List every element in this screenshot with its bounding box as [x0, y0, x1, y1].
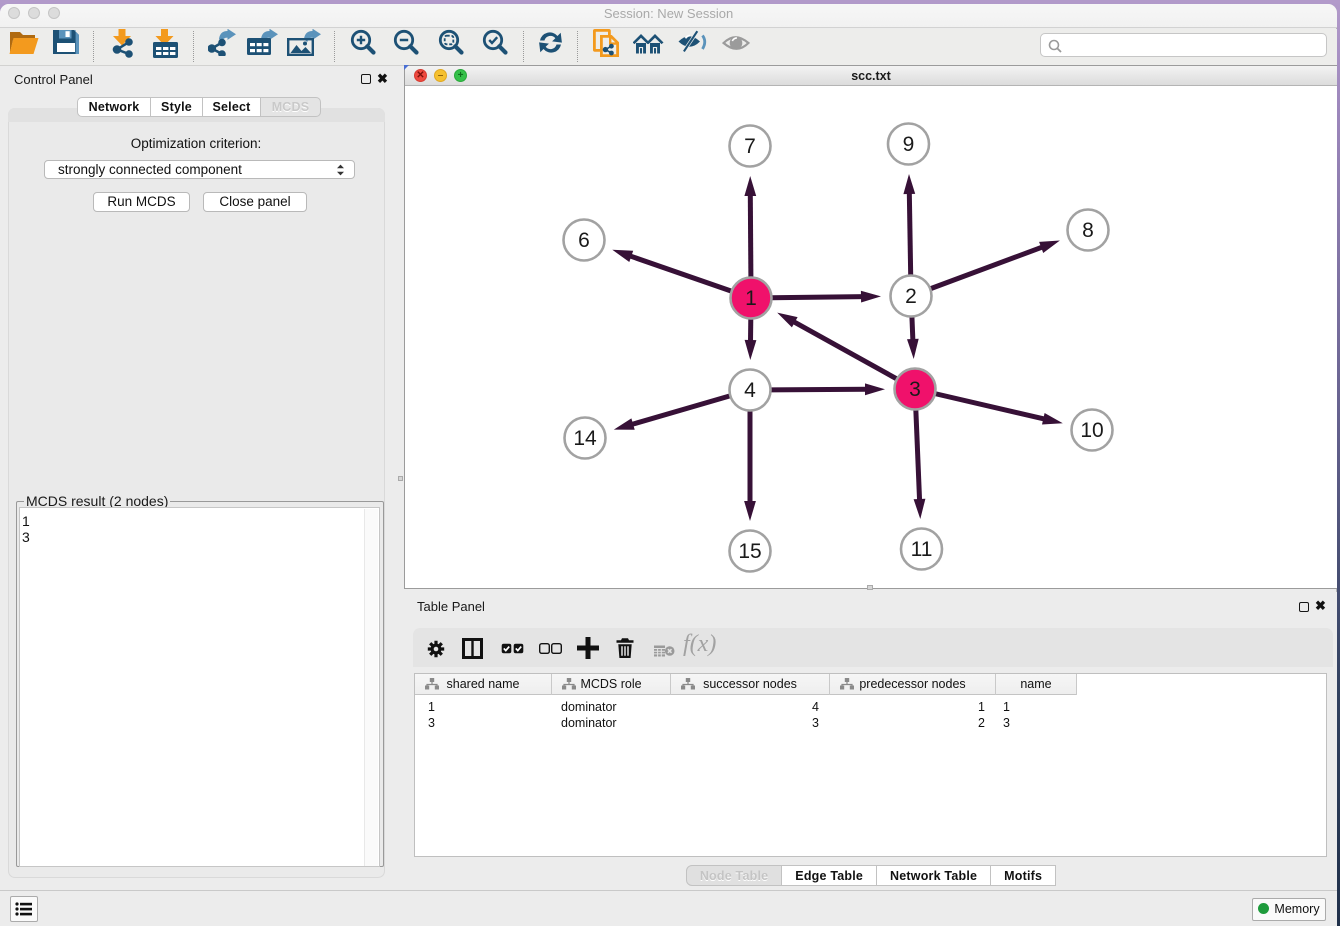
svg-text:11: 11 — [911, 538, 933, 561]
svg-text:10: 10 — [1080, 419, 1103, 442]
svg-text:8: 8 — [1082, 219, 1094, 242]
svg-text:14: 14 — [573, 427, 597, 450]
svg-text:9: 9 — [903, 133, 915, 156]
svg-text:15: 15 — [738, 540, 761, 563]
svg-text:2: 2 — [905, 285, 917, 308]
svg-text:1: 1 — [745, 287, 757, 310]
svg-text:7: 7 — [744, 135, 756, 158]
svg-text:3: 3 — [909, 378, 921, 401]
svg-text:6: 6 — [578, 229, 590, 252]
svg-text:4: 4 — [744, 379, 756, 402]
